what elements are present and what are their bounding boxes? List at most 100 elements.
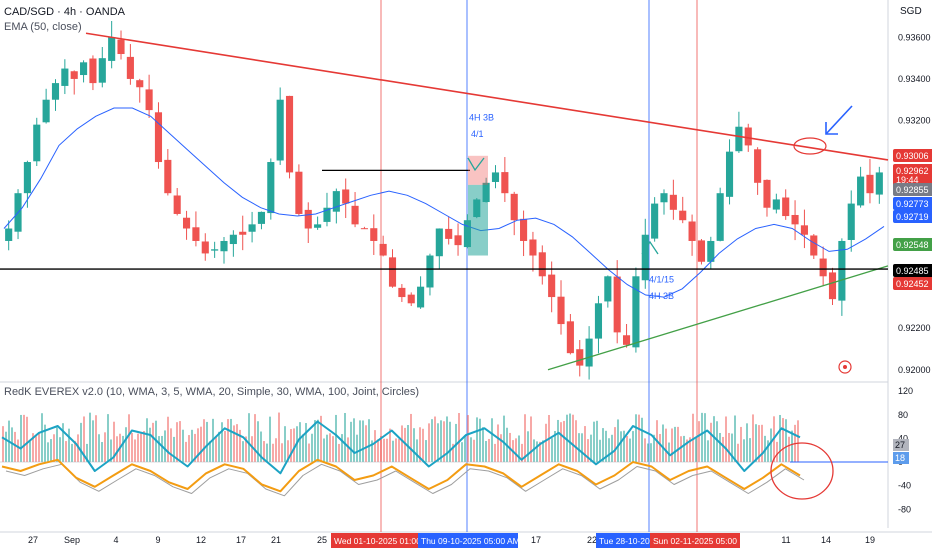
histogram-bar: [65, 441, 67, 462]
candle-body: [80, 62, 88, 76]
histogram-bar: [434, 416, 436, 462]
histogram-bar: [188, 435, 190, 462]
candle-body: [754, 149, 762, 183]
candle-body: [51, 83, 60, 100]
histogram-bar: [329, 433, 331, 462]
histogram-bar: [398, 438, 400, 462]
histogram-bar: [479, 418, 481, 462]
candle-body: [585, 338, 593, 367]
histogram-bar: [224, 430, 226, 462]
histogram-bar: [149, 427, 151, 462]
histogram-bar: [89, 412, 91, 462]
histogram-bar: [266, 443, 268, 462]
histogram-bar: [185, 441, 187, 462]
price-axis-tick: 0.92200: [898, 323, 931, 333]
histogram-bar: [251, 436, 253, 462]
candle-body: [520, 218, 528, 241]
histogram-bar: [353, 418, 355, 462]
histogram-bar: [665, 428, 667, 462]
histogram-bar: [431, 419, 433, 462]
candle-body: [5, 228, 13, 241]
histogram-bar: [152, 422, 154, 462]
histogram-bar: [182, 429, 184, 462]
histogram-bar: [401, 425, 403, 462]
histogram-bar: [698, 421, 700, 462]
histogram-bar: [593, 421, 595, 462]
histogram-bar: [131, 432, 133, 462]
candle-body: [417, 286, 425, 308]
candle-body: [388, 257, 397, 287]
candle-body: [435, 228, 443, 257]
candle-body: [61, 68, 69, 86]
candle-body: [23, 162, 31, 194]
candle-body: [566, 321, 574, 354]
histogram-bar: [71, 443, 73, 462]
histogram-bar: [203, 419, 205, 462]
histogram-bar: [362, 420, 364, 462]
time-badge-text: Tue 28-10-20: [599, 536, 650, 546]
histogram-bar: [776, 441, 778, 462]
time-axis-tick: 21: [271, 535, 281, 545]
histogram-bar: [326, 434, 328, 462]
histogram-bar: [59, 437, 61, 462]
histogram-bar: [467, 415, 469, 462]
candle-body: [257, 211, 266, 224]
histogram-bar: [386, 438, 388, 462]
histogram-bar: [422, 428, 424, 462]
candle-body: [192, 227, 200, 241]
candle-body: [491, 172, 500, 182]
histogram-bar: [5, 431, 7, 462]
histogram-bar: [635, 414, 637, 462]
symbol-title[interactable]: CAD/SGD · 4h · OANDA: [4, 6, 125, 18]
histogram-bar: [557, 419, 559, 462]
histogram-bar: [227, 419, 229, 462]
candle-body: [182, 217, 191, 229]
histogram-bar: [728, 432, 730, 462]
candle-body: [744, 127, 752, 146]
candle-body: [828, 272, 837, 300]
histogram-bar: [734, 415, 736, 462]
histogram-bar: [257, 421, 259, 462]
histogram-bar: [413, 428, 415, 462]
histogram-bar: [98, 434, 100, 462]
histogram-bar: [755, 424, 757, 462]
histogram-bar: [488, 438, 490, 462]
histogram-bar: [347, 437, 349, 462]
histogram-bar: [242, 441, 244, 462]
histogram-bar: [374, 430, 376, 462]
histogram-bar: [530, 416, 532, 462]
histogram-bar: [473, 439, 475, 462]
histogram-bar: [545, 423, 547, 462]
candle-body: [42, 99, 50, 123]
candle-body: [763, 179, 771, 208]
histogram-bar: [581, 433, 583, 462]
histogram-bar: [2, 426, 4, 462]
candle-body: [501, 172, 509, 194]
histogram-bar: [317, 419, 319, 462]
candle-body: [772, 199, 780, 210]
candle-body: [201, 241, 209, 254]
histogram-bar: [179, 421, 181, 462]
histogram-bar: [416, 439, 418, 462]
histogram-bar: [743, 439, 745, 462]
candle-body: [875, 172, 883, 195]
histogram-bar: [143, 431, 145, 462]
histogram-bar: [476, 417, 478, 462]
histogram-bar: [95, 415, 97, 462]
ema-legend[interactable]: EMA (50, close): [4, 21, 82, 33]
time-axis-tick: 17: [531, 535, 541, 545]
candle-body: [791, 214, 799, 225]
histogram-bar: [377, 439, 379, 462]
price-axis-tick: 0.92000: [898, 365, 931, 375]
histogram-bar: [20, 414, 22, 462]
currency-label[interactable]: SGD: [900, 6, 922, 17]
histogram-bar: [248, 413, 250, 462]
histogram-bar: [104, 432, 106, 462]
chart-canvas[interactable]: 0.936000.934000.932000.926000.922000.920…: [0, 0, 932, 550]
histogram-bar: [230, 418, 232, 462]
indicator-legend[interactable]: RedK EVEREX v2.0 (10, WMA, 3, 5, WMA, 20…: [4, 386, 419, 398]
histogram-bar: [440, 420, 442, 462]
histogram-bar: [389, 428, 391, 462]
histogram-bar: [740, 426, 742, 462]
histogram-bar: [785, 419, 787, 462]
